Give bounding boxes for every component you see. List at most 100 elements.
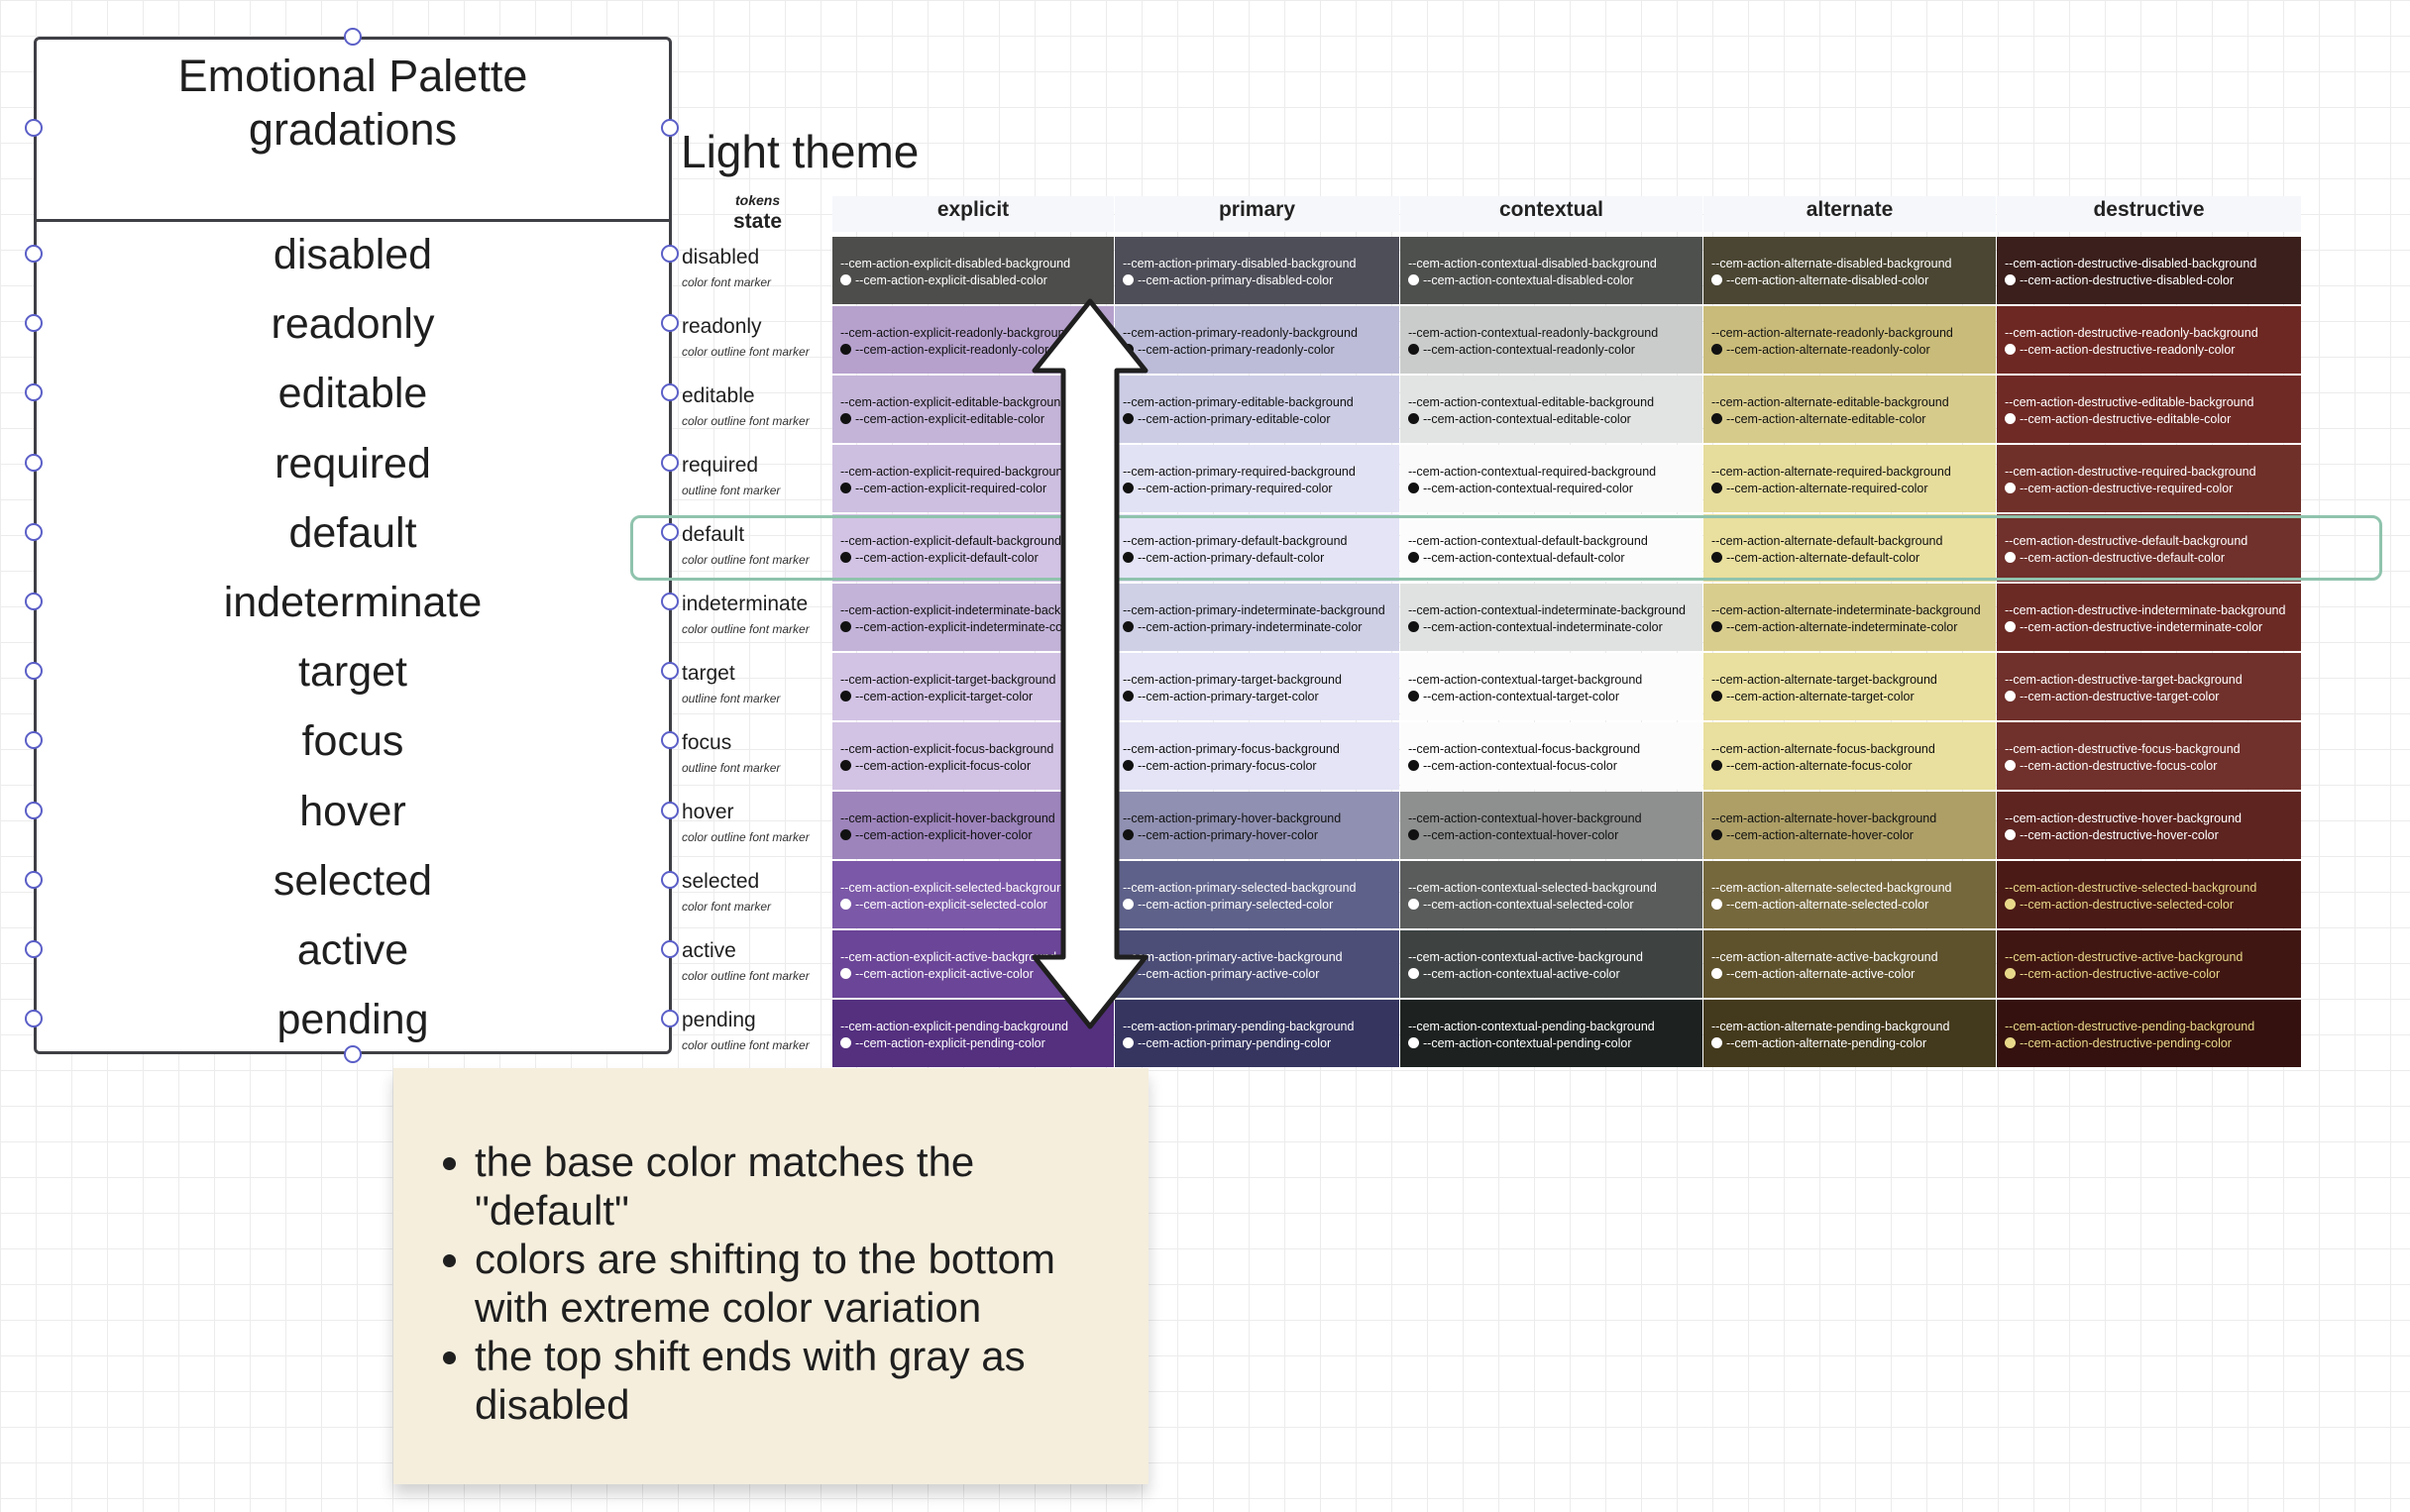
handle-right[interactable]: [661, 870, 679, 889]
palette-gradations-shape[interactable]: Emotional Palette gradations disabled rea…: [34, 37, 672, 1054]
handle-right[interactable]: [661, 731, 679, 750]
token-cell[interactable]: --cem-action-destructive-pending-backgro…: [1997, 1000, 2301, 1067]
token-cell[interactable]: --cem-action-contextual-target-backgroun…: [1400, 653, 1702, 720]
token-cell[interactable]: --cem-action-contextual-indeterminate-ba…: [1400, 584, 1702, 651]
color-token-line: --cem-action-primary-hover-color: [1123, 827, 1399, 844]
token-cell[interactable]: --cem-action-contextual-disabled-backgro…: [1400, 237, 1702, 304]
token-cell[interactable]: --cem-action-primary-hover-background --c…: [1115, 792, 1399, 859]
token-cell[interactable]: --cem-action-alternate-editable-backgrou…: [1703, 376, 1996, 443]
handle-left[interactable]: [25, 940, 43, 958]
background-token: --cem-action-explicit-disabled-backgroun…: [840, 257, 1071, 270]
token-cell[interactable]: --cem-action-destructive-editable-backgr…: [1997, 376, 2301, 443]
shape-state-item: indeterminate: [223, 579, 483, 626]
handle-title-right[interactable]: [661, 119, 679, 137]
handle-right[interactable]: [661, 662, 679, 681]
background-token: --cem-action-alternate-disabled-backgrou…: [1711, 257, 1952, 270]
color-token-line: --cem-action-destructive-indeterminate-c…: [2005, 619, 2301, 636]
color-dot-icon: [2005, 968, 2016, 979]
handle-left[interactable]: [25, 593, 43, 610]
color-dot-icon: [2005, 274, 2016, 285]
color-dot-icon: [1711, 344, 1722, 355]
token-cell[interactable]: --cem-action-contextual-hover-background…: [1400, 792, 1702, 859]
row-markers: color font marker: [682, 275, 772, 289]
handle-right[interactable]: [661, 940, 679, 958]
token-cell[interactable]: --cem-action-alternate-hover-background -…: [1703, 792, 1996, 859]
token-cell[interactable]: --cem-action-destructive-focus-backgroun…: [1997, 722, 2301, 790]
background-token: --cem-action-contextual-focus-background: [1408, 742, 1641, 756]
row-label: hover color outline font marker: [682, 800, 810, 844]
token-cell[interactable]: --cem-action-primary-focus-background --c…: [1115, 722, 1399, 790]
token-cell[interactable]: --cem-action-primary-target-background --…: [1115, 653, 1399, 720]
token-cell[interactable]: --cem-action-contextual-editable-backgro…: [1400, 376, 1702, 443]
token-cell[interactable]: --cem-action-alternate-disabled-backgrou…: [1703, 237, 1996, 304]
default-row-highlight[interactable]: [630, 515, 2382, 581]
token-cell[interactable]: --cem-action-primary-required-background…: [1115, 445, 1399, 512]
color-token-line: --cem-action-destructive-selected-color: [2005, 897, 2301, 914]
token-cell[interactable]: --cem-action-contextual-pending-backgrou…: [1400, 1000, 1702, 1067]
token-cell[interactable]: --cem-action-primary-indeterminate-backg…: [1115, 584, 1399, 651]
token-cell[interactable]: --cem-action-primary-editable-background…: [1115, 376, 1399, 443]
color-token-line: --cem-action-primary-selected-color: [1123, 897, 1399, 914]
token-cell[interactable]: --cem-action-alternate-target-background…: [1703, 653, 1996, 720]
token-cell[interactable]: --cem-action-alternate-readonly-backgrou…: [1703, 306, 1996, 374]
color-token: --cem-action-explicit-readonly-color: [855, 343, 1049, 357]
handle-left[interactable]: [25, 522, 43, 541]
handle-right[interactable]: [661, 245, 679, 263]
color-dot-icon: [1123, 1037, 1134, 1048]
token-cell[interactable]: --cem-action-alternate-active-background…: [1703, 930, 1996, 998]
color-dot-icon: [1408, 274, 1419, 285]
token-cell[interactable]: --cem-action-alternate-indeterminate-bac…: [1703, 584, 1996, 651]
double-arrow-icon[interactable]: [1031, 297, 1150, 1030]
background-token: --cem-action-destructive-disabled-backgr…: [2005, 257, 2257, 270]
shape-state-item: editable: [277, 370, 428, 418]
token-cell[interactable]: --cem-action-destructive-hover-backgroun…: [1997, 792, 2301, 859]
handle-right[interactable]: [661, 801, 679, 819]
token-cell[interactable]: --cem-action-destructive-indeterminate-b…: [1997, 584, 2301, 651]
background-token: --cem-action-alternate-target-background: [1711, 673, 1937, 687]
handle-left[interactable]: [25, 870, 43, 889]
token-cell[interactable]: --cem-action-destructive-readonly-backgr…: [1997, 306, 2301, 374]
handle-bottom[interactable]: [344, 1045, 362, 1063]
token-cell[interactable]: --cem-action-alternate-required-backgrou…: [1703, 445, 1996, 512]
token-cell[interactable]: --cem-action-primary-disabled-background…: [1115, 237, 1399, 304]
token-cell[interactable]: --cem-action-primary-active-background --…: [1115, 930, 1399, 998]
handle-right[interactable]: [661, 314, 679, 333]
handle-right[interactable]: [661, 1010, 679, 1028]
token-cell[interactable]: --cem-action-destructive-disabled-backgr…: [1997, 237, 2301, 304]
color-token: --cem-action-destructive-required-color: [2020, 482, 2234, 495]
handle-top[interactable]: [344, 28, 362, 46]
handle-left[interactable]: [25, 801, 43, 819]
token-cell[interactable]: --cem-action-destructive-active-backgrou…: [1997, 930, 2301, 998]
sticky-note[interactable]: the base color matches the "default" col…: [393, 1068, 1149, 1484]
token-cell[interactable]: --cem-action-contextual-selected-backgro…: [1400, 861, 1702, 928]
background-token: --cem-action-primary-pending-background: [1123, 1020, 1355, 1033]
background-token: --cem-action-primary-required-background: [1123, 465, 1356, 479]
token-cell[interactable]: --cem-action-destructive-selected-backgr…: [1997, 861, 2301, 928]
color-token-line: --cem-action-primary-focus-color: [1123, 758, 1399, 775]
handle-right[interactable]: [661, 453, 679, 472]
handle-right[interactable]: [661, 593, 679, 610]
handle-right[interactable]: [661, 383, 679, 402]
token-cell[interactable]: --cem-action-contextual-readonly-backgro…: [1400, 306, 1702, 374]
token-cell[interactable]: --cem-action-primary-readonly-background…: [1115, 306, 1399, 374]
handle-left[interactable]: [25, 453, 43, 472]
color-token: --cem-action-contextual-indeterminate-co…: [1423, 620, 1663, 634]
token-cell[interactable]: --cem-action-explicit-disabled-backgroun…: [832, 237, 1114, 304]
token-cell[interactable]: --cem-action-contextual-focus-background…: [1400, 722, 1702, 790]
handle-left[interactable]: [25, 245, 43, 263]
token-cell[interactable]: --cem-action-contextual-active-backgroun…: [1400, 930, 1702, 998]
token-cell[interactable]: --cem-action-destructive-required-backgr…: [1997, 445, 2301, 512]
token-cell[interactable]: --cem-action-alternate-selected-backgrou…: [1703, 861, 1996, 928]
token-cell[interactable]: --cem-action-alternate-focus-background -…: [1703, 722, 1996, 790]
token-cell[interactable]: --cem-action-contextual-required-backgro…: [1400, 445, 1702, 512]
token-cell[interactable]: --cem-action-destructive-target-backgrou…: [1997, 653, 2301, 720]
color-dot-icon: [1711, 691, 1722, 702]
handle-title-left[interactable]: [25, 119, 43, 137]
token-cell[interactable]: --cem-action-alternate-pending-backgroun…: [1703, 1000, 1996, 1067]
color-token: --cem-action-explicit-active-color: [855, 967, 1034, 981]
token-cell[interactable]: --cem-action-primary-pending-background -…: [1115, 1000, 1399, 1067]
color-dot-icon: [840, 621, 851, 632]
color-dot-icon: [1711, 760, 1722, 771]
token-cell[interactable]: --cem-action-primary-selected-background…: [1115, 861, 1399, 928]
row-label: editable color outline font marker: [682, 383, 810, 428]
